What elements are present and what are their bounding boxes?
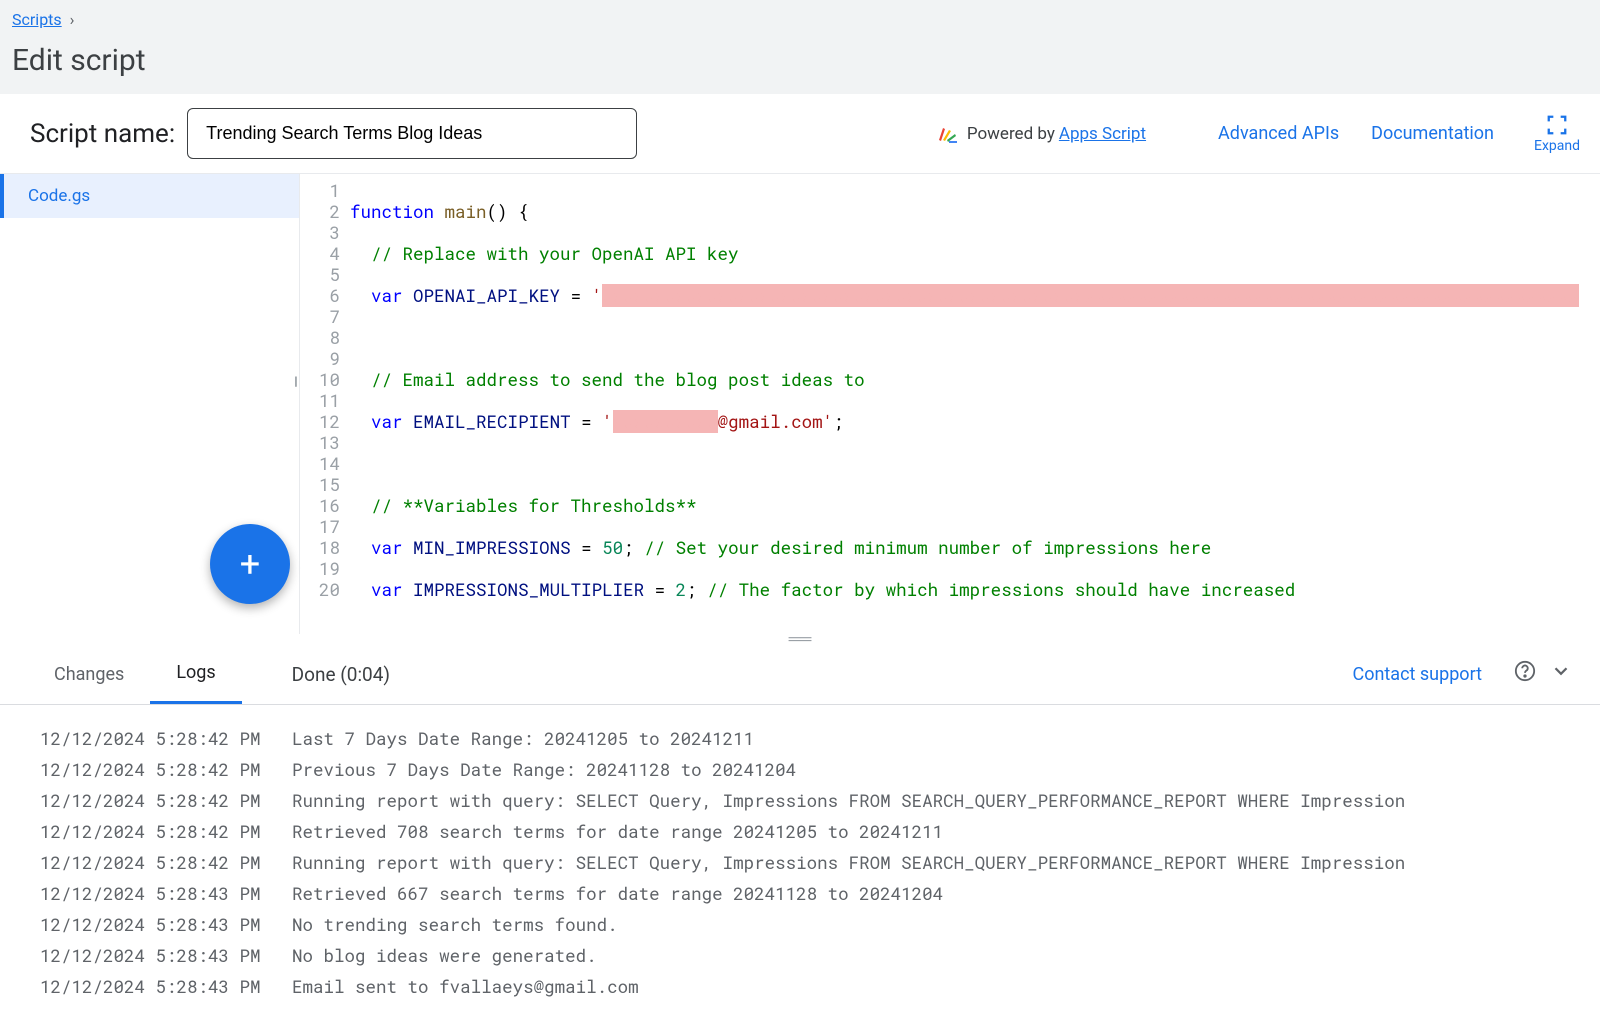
breadcrumb: Scripts › xyxy=(0,0,1600,39)
horizontal-resize-handle[interactable]: ══ xyxy=(0,634,1600,644)
log-line: 12/12/2024 5:28:43 PM No trending search… xyxy=(40,909,1560,940)
log-line: 12/12/2024 5:28:43 PM No blog ideas were… xyxy=(40,940,1560,971)
contact-support-link[interactable]: Contact support xyxy=(1353,664,1483,685)
powered-by-text: Powered by xyxy=(967,124,1055,144)
code-content[interactable]: function main() { // Replace with your O… xyxy=(350,174,1600,634)
page-title: Edit script xyxy=(0,39,1600,94)
bottom-tabs: Changes Logs Done (0:04) Contact support xyxy=(0,644,1600,705)
documentation-link[interactable]: Documentation xyxy=(1371,123,1494,144)
log-line: 12/12/2024 5:28:42 PM Running report wit… xyxy=(40,847,1560,878)
line-gutter: 1234567891011121314151617181920 xyxy=(300,174,350,634)
apps-script-icon xyxy=(935,122,959,146)
logs-panel: 12/12/2024 5:28:42 PM Last 7 Days Date R… xyxy=(0,705,1600,1020)
advanced-apis-link[interactable]: Advanced APIs xyxy=(1218,123,1339,144)
chevron-right-icon: › xyxy=(66,10,75,29)
log-line: 12/12/2024 5:28:42 PM Previous 7 Days Da… xyxy=(40,754,1560,785)
script-name-input[interactable] xyxy=(187,108,637,159)
log-line: 12/12/2024 5:28:43 PM Email sent to fval… xyxy=(40,971,1560,1002)
help-icon[interactable] xyxy=(1514,660,1536,688)
log-line: 12/12/2024 5:28:42 PM Last 7 Days Date R… xyxy=(40,723,1560,754)
run-status: Done (0:04) xyxy=(292,663,390,686)
add-file-button[interactable]: + xyxy=(210,524,290,604)
tab-changes[interactable]: Changes xyxy=(28,646,150,703)
code-editor[interactable]: 1234567891011121314151617181920 function… xyxy=(300,174,1600,634)
vertical-resize-handle[interactable]: || xyxy=(294,374,296,388)
expand-label: Expand xyxy=(1534,138,1580,154)
chevron-down-icon[interactable] xyxy=(1550,660,1572,688)
expand-icon xyxy=(1546,114,1568,136)
log-line: 12/12/2024 5:28:42 PM Retrieved 708 sear… xyxy=(40,816,1560,847)
breadcrumb-root-link[interactable]: Scripts xyxy=(12,10,62,29)
log-line: 12/12/2024 5:28:42 PM Running report wit… xyxy=(40,785,1560,816)
script-name-label: Script name: xyxy=(30,119,175,149)
tab-logs[interactable]: Logs xyxy=(150,644,241,704)
editor-area: Code.gs + || 123456789101112131415161718… xyxy=(0,174,1600,634)
powered-by: Powered by Apps Script xyxy=(935,122,1146,146)
expand-button[interactable]: Expand xyxy=(1534,114,1580,154)
toolbar: Script name: Powered by Apps Script Adva… xyxy=(0,94,1600,174)
file-item-code-gs[interactable]: Code.gs xyxy=(0,174,299,218)
apps-script-link[interactable]: Apps Script xyxy=(1059,124,1146,144)
log-line: 12/12/2024 5:28:43 PM Retrieved 667 sear… xyxy=(40,878,1560,909)
file-list: Code.gs + xyxy=(0,174,300,634)
